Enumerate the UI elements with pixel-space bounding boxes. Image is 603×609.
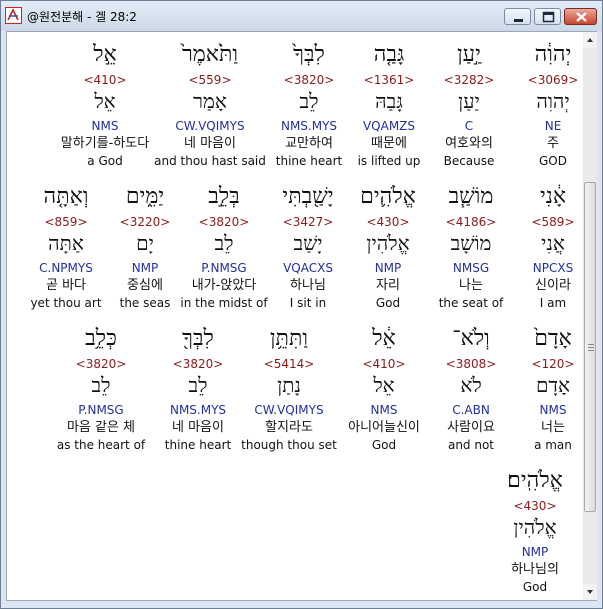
maximize-button[interactable] bbox=[534, 8, 561, 25]
korean-gloss: 하나님의 bbox=[511, 562, 559, 577]
lemma-word: אַתָּה bbox=[48, 231, 84, 255]
grip-line bbox=[588, 344, 594, 345]
window-title: @원전분해 - 겔 28:2 bbox=[27, 10, 137, 24]
scroll-up-button[interactable] bbox=[583, 32, 597, 48]
lemma-word: אֵל bbox=[94, 89, 116, 113]
app-window: @원전분해 - 겔 28:2 יְהוִ֔ה <3069> יְהוִה NE 주 GOD… bbox=[0, 0, 603, 609]
lemma-word: אֱלֹהִין bbox=[513, 515, 557, 539]
english-gloss: as the heart of bbox=[56, 438, 146, 452]
close-button[interactable] bbox=[564, 8, 597, 25]
minimize-button[interactable] bbox=[504, 8, 531, 25]
title-bar[interactable]: @원전분해 - 겔 28:2 bbox=[1, 1, 602, 31]
scroll-down-button[interactable] bbox=[583, 584, 597, 600]
hebrew-word: כְּלֵ֥ב bbox=[85, 326, 117, 351]
strong-number: <410> bbox=[83, 73, 127, 87]
english-gloss: a God bbox=[87, 154, 123, 168]
close-icon bbox=[576, 12, 587, 22]
strong-number: <859> bbox=[44, 215, 88, 229]
lemma-word: לֵב bbox=[91, 373, 111, 397]
hebrew-word: אֱלֹהִֽים׃ bbox=[507, 468, 563, 493]
app-icon bbox=[5, 7, 22, 24]
english-gloss: God bbox=[522, 580, 548, 594]
grip-line bbox=[588, 347, 594, 348]
word-grid: יְהוִ֔ה <3069> יְהוִה NE 주 GOD יַ֣עַן <3282> יַע… bbox=[7, 32, 583, 600]
korean-gloss: 곧 바다 bbox=[45, 278, 86, 293]
strong-number: <430> bbox=[513, 499, 557, 513]
analysis-pane: יְהוִ֔ה <3069> יְהוִה NE 주 GOD יַ֣עַן <3282> יַע… bbox=[6, 31, 597, 601]
strong-number: <3820> bbox=[75, 357, 127, 371]
scrollbar-thumb[interactable] bbox=[584, 182, 596, 512]
korean-gloss: 마음 같은 체 bbox=[66, 420, 136, 435]
korean-gloss: 말하기를-하도다 bbox=[60, 136, 150, 151]
scroll-down-icon bbox=[587, 590, 593, 594]
morph-code: C.NPMYS bbox=[39, 261, 93, 275]
english-gloss: yet thou art bbox=[30, 296, 102, 310]
vertical-scrollbar[interactable] bbox=[583, 32, 597, 600]
morph-code: NMS bbox=[91, 119, 119, 133]
morph-code: NMP bbox=[521, 545, 549, 559]
hebrew-word: וְאַתָּ֤ה bbox=[43, 184, 89, 209]
maximize-icon bbox=[542, 11, 555, 23]
morph-code: P.NMSG bbox=[78, 403, 124, 417]
grip-line bbox=[588, 350, 594, 351]
hebrew-word: אֵ֣ל bbox=[93, 42, 117, 67]
scroll-up-icon bbox=[587, 38, 593, 42]
minimize-icon bbox=[514, 19, 523, 22]
